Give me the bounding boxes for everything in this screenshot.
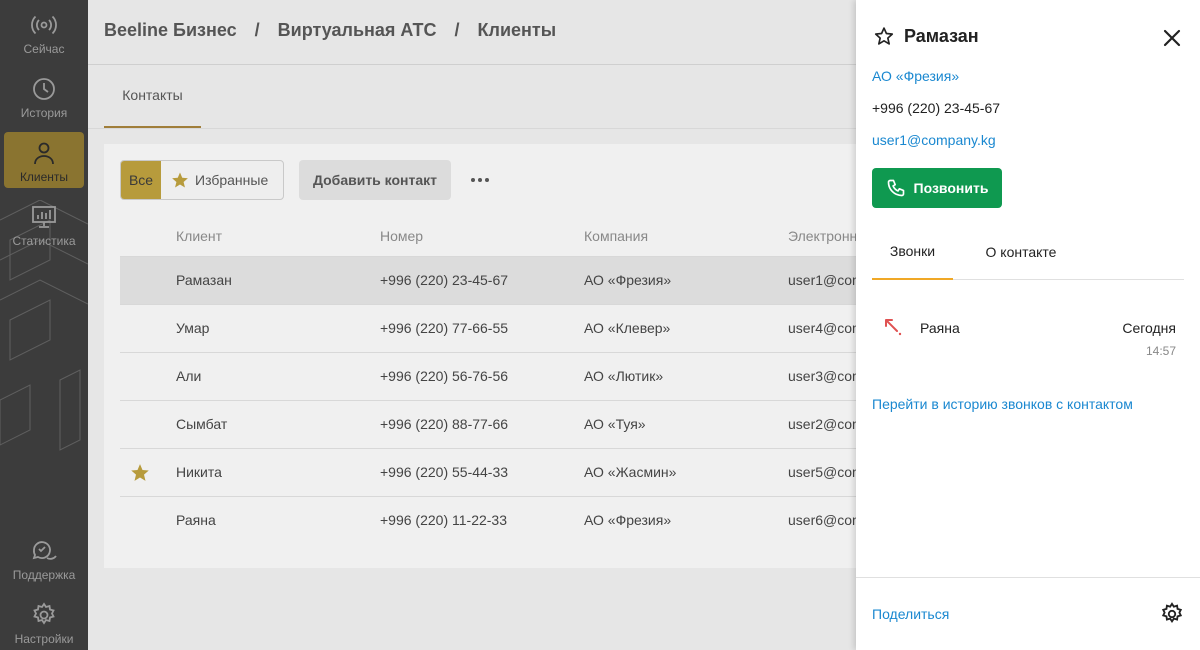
- contacts-table: Рамазан +996 (220) 23-45-67 АО «Фрезия» …: [120, 256, 856, 544]
- support-chat-icon: [32, 541, 57, 560]
- cell-company: АО «Фрезия»: [584, 512, 672, 528]
- contact-name: Рамазан: [904, 26, 979, 46]
- cell-name: Раяна: [176, 512, 216, 528]
- divider: [856, 577, 1200, 578]
- tab-calls[interactable]: Звонки: [872, 224, 953, 280]
- cell-number: +996 (220) 11-22-33: [380, 512, 507, 528]
- cell-name: Рамазан: [176, 272, 232, 288]
- contact-company-link[interactable]: АО «Фрезия»: [872, 68, 959, 84]
- cell-number: +996 (220) 23-45-67: [380, 272, 509, 288]
- contact-filter: Все Избранные: [120, 160, 284, 200]
- settings-gear-icon[interactable]: [1160, 602, 1184, 626]
- nav-support[interactable]: Поддержка: [4, 530, 84, 586]
- cell-company: АО «Жасмин»: [584, 464, 677, 480]
- cell-number: +996 (220) 77-66-55: [380, 320, 509, 336]
- contact-email-link[interactable]: user1@company.kg: [872, 132, 996, 148]
- table-row[interactable]: Али +996 (220) 56-76-56 АО «Лютик» user3…: [120, 352, 856, 400]
- tab-about-contact[interactable]: О контакте: [969, 224, 1073, 280]
- nav-settings-label: Настройки: [14, 632, 74, 646]
- nav-clients-label: Клиенты: [19, 170, 69, 184]
- nav-settings[interactable]: Настройки: [4, 594, 84, 650]
- main-content: Beeline Бизнес / Виртуальная АТС / Клиен…: [88, 0, 856, 650]
- breadcrumb-current: Клиенты: [477, 20, 557, 40]
- cell-company: АО «Фрезия»: [584, 272, 672, 288]
- cell-number: +996 (220) 88-77-66: [380, 416, 509, 432]
- call-contact-name: Раяна: [920, 320, 960, 336]
- close-icon[interactable]: [1160, 26, 1184, 50]
- column-number[interactable]: Номер: [380, 216, 423, 256]
- add-contact-button[interactable]: Добавить контакт: [299, 160, 451, 200]
- call-button-label: Позвонить: [913, 180, 989, 196]
- cell-email: user2@company.kg: [788, 416, 856, 432]
- phone-icon: [887, 179, 904, 197]
- nav-clients[interactable]: Клиенты: [4, 132, 84, 188]
- nav-now-label: Сейчас: [23, 42, 65, 56]
- column-company[interactable]: Компания: [584, 216, 648, 256]
- cell-email: user5@company.kg: [788, 464, 856, 480]
- cell-email: user1@company.kg: [788, 272, 856, 288]
- cell-number: +996 (220) 56-76-56: [380, 368, 509, 384]
- table-row[interactable]: Рамазан +996 (220) 23-45-67 АО «Фрезия» …: [120, 256, 856, 304]
- nav-support-label: Поддержка: [12, 568, 76, 582]
- cell-company: АО «Клевер»: [584, 320, 671, 336]
- more-options-icon[interactable]: [466, 170, 494, 190]
- cell-email: user6@company.kg: [788, 512, 856, 528]
- user-icon: [34, 142, 54, 165]
- tab-contacts[interactable]: Контакты: [104, 64, 201, 128]
- clock-icon: [33, 78, 55, 100]
- cell-email: user3@company.kg: [788, 368, 856, 384]
- cell-company: АО «Туя»: [584, 416, 646, 432]
- cell-name: Умар: [176, 320, 210, 336]
- breadcrumb-item[interactable]: Виртуальная АТС: [278, 20, 437, 41]
- cell-name: Никита: [176, 464, 222, 480]
- nav-history[interactable]: История: [4, 68, 84, 124]
- call-date: Сегодня: [1122, 320, 1176, 336]
- contact-phone: +996 (220) 23-45-67: [872, 100, 1001, 116]
- call-history-item[interactable]: Раяна Сегодня 14:57: [872, 304, 1184, 368]
- divider: [88, 64, 856, 65]
- nav-statistics[interactable]: Статистика: [4, 196, 84, 252]
- share-link[interactable]: Поделиться: [872, 606, 949, 622]
- nav-history-label: История: [20, 106, 68, 120]
- nav-now[interactable]: Сейчас: [4, 4, 84, 60]
- cell-number: +996 (220) 55-44-33: [380, 464, 509, 480]
- table-header: Клиент Номер Компания Электронная почта: [120, 216, 856, 256]
- table-row[interactable]: Никита +996 (220) 55-44-33 АО «Жасмин» u…: [120, 448, 856, 496]
- column-client[interactable]: Клиент: [176, 216, 222, 256]
- star-filled-icon: [172, 172, 188, 188]
- panel-tabs: Звонки О контакте: [872, 224, 1184, 280]
- cell-name: Сымбат: [176, 416, 228, 432]
- star-outline-icon[interactable]: [874, 26, 894, 46]
- breadcrumb-item[interactable]: Beeline Бизнес: [104, 20, 237, 41]
- table-row[interactable]: Умар +996 (220) 77-66-55 АО «Клевер» use…: [120, 304, 856, 352]
- table-row[interactable]: Раяна +996 (220) 11-22-33 АО «Фрезия» us…: [120, 496, 856, 544]
- contacts-card: Все Избранные Добавить контакт Клиент Но…: [104, 144, 856, 568]
- sidebar: Сейчас История Клиенты Статистика Поддер…: [0, 0, 88, 650]
- breadcrumb-separator: /: [454, 20, 460, 40]
- filter-favorites-label: Избранные: [195, 172, 269, 188]
- call-time: 14:57: [1145, 344, 1176, 358]
- gear-icon: [33, 602, 55, 625]
- call-button[interactable]: Позвонить: [872, 168, 1002, 208]
- table-row[interactable]: Сымбат +996 (220) 88-77-66 АО «Туя» user…: [120, 400, 856, 448]
- breadcrumb-separator: /: [254, 20, 260, 40]
- cell-email: user4@company.kg: [788, 320, 856, 336]
- missed-call-icon: [885, 319, 902, 336]
- divider: [88, 128, 856, 129]
- breadcrumb: Beeline Бизнес / Виртуальная АТС / Клиен…: [104, 20, 556, 41]
- nav-statistics-label: Статистика: [12, 234, 76, 248]
- filter-all[interactable]: Все: [121, 161, 161, 199]
- call-history-link[interactable]: Перейти в историю звонков с контактом: [872, 396, 1133, 412]
- chart-icon: [32, 206, 56, 228]
- broadcast-icon: [31, 15, 57, 35]
- cell-company: АО «Лютик»: [584, 368, 664, 384]
- cell-name: Али: [176, 368, 202, 384]
- column-email[interactable]: Электронная почта: [788, 216, 856, 256]
- filter-favorites[interactable]: Избранные: [161, 161, 283, 199]
- contact-details-panel: Рамазан АО «Фрезия» +996 (220) 23-45-67 …: [856, 0, 1200, 650]
